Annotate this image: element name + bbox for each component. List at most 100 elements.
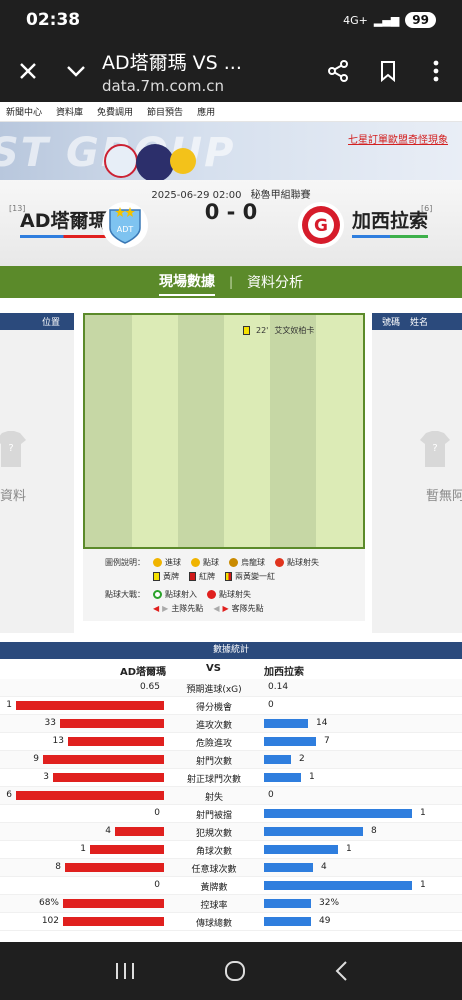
- pitch-stripe: [224, 315, 270, 547]
- home-team[interactable]: AD塔爾瑪: [20, 206, 108, 238]
- stat-row: 33 進攻次數 14: [0, 715, 462, 733]
- stats-title: 數據統計: [0, 642, 462, 659]
- legend-item: ◀ ▶ 客隊先點: [213, 603, 263, 614]
- legend-text: 烏龍球: [241, 557, 265, 567]
- legend-text: 點球射失: [287, 557, 319, 567]
- status-icons: 4G+ ▂▄▆ 99: [343, 12, 436, 28]
- stat-home-bar: [53, 773, 164, 782]
- stat-home-bar: [63, 899, 164, 908]
- stat-label: 射門次數: [195, 757, 232, 767]
- legend-text: 紅牌: [199, 571, 215, 581]
- stat-away-value: 1: [420, 808, 426, 818]
- stat-row: 68% 控球率 32%: [0, 895, 462, 913]
- stat-label: 進攻次數: [195, 721, 232, 731]
- stat-away-value: 2: [299, 754, 305, 764]
- stat-label: 黃牌數: [200, 883, 228, 893]
- network-label: 4G+: [343, 13, 368, 27]
- club-badge-icon: [136, 144, 174, 180]
- legend-item: 黃牌: [153, 571, 179, 582]
- match-timeline-pitch: 22' 艾文奴柏卡: [83, 313, 365, 549]
- tab-analysis[interactable]: 資料分析: [247, 269, 303, 295]
- home-team-underline: [20, 235, 108, 238]
- away-lineup-panel: 號碼 姓名 ? 暫無阿: [372, 313, 462, 633]
- shootout-scored-icon: [153, 589, 162, 599]
- arrow-left-icon: ◀: [213, 603, 220, 613]
- timeline-event[interactable]: 22' 艾文奴柏卡: [243, 325, 314, 336]
- banner-link[interactable]: 七星訂單歐盟奇怪現象: [348, 131, 448, 146]
- legend-label: 圖例說明：: [105, 557, 145, 567]
- stat-label: 傳球總數: [195, 919, 232, 929]
- stat-home-bar: [68, 737, 164, 746]
- stats-home-name: AD塔爾瑪: [120, 667, 167, 678]
- penalty-miss-icon: [275, 557, 284, 567]
- bookmark-icon[interactable]: [368, 51, 408, 91]
- stat-label: 預期進球(xG): [186, 685, 242, 695]
- stat-row: 9 射門次數 2: [0, 751, 462, 769]
- stat-label: 射正球門次數: [186, 775, 241, 785]
- stat-label: 控球率: [200, 901, 228, 911]
- stat-away-bar: [264, 863, 313, 872]
- site-nav-item[interactable]: 新聞中心: [6, 105, 42, 118]
- legend-row-cards: 黃牌 紅牌 兩黃變一紅: [89, 569, 365, 583]
- own-goal-icon: [229, 557, 238, 567]
- away-team-underline: [352, 235, 429, 238]
- away-crest-icon: G: [298, 202, 344, 248]
- tab-live-data[interactable]: 現場數據: [158, 268, 215, 296]
- stats-vs: VS: [206, 663, 221, 674]
- more-icon[interactable]: [416, 51, 456, 91]
- arrow-right-icon: ▶: [162, 603, 169, 613]
- pitch-stripe: [132, 315, 178, 547]
- site-nav-item[interactable]: 資料庫: [56, 105, 83, 118]
- stat-home-value: 13: [52, 736, 64, 746]
- stat-home-value: 4: [105, 826, 111, 836]
- pitch-stripe: [270, 315, 316, 547]
- stat-away-bar: [264, 899, 311, 908]
- stat-label: 犯規次數: [195, 829, 232, 839]
- recent-apps-icon[interactable]: [114, 962, 136, 980]
- shirt-icon: ?: [0, 431, 26, 467]
- stat-row: 0 射門被擋 1: [0, 805, 462, 823]
- away-team[interactable]: 加西拉索: [352, 206, 429, 238]
- stat-away-bar: [264, 881, 412, 890]
- legend-text: 點球射入: [165, 589, 197, 599]
- svg-text:G: G: [314, 216, 328, 236]
- stat-home-value: 6: [6, 790, 12, 800]
- lineup-col-number: 號碼: [382, 318, 401, 328]
- club-badge-icon: [104, 144, 138, 178]
- legend-item: 點球: [191, 557, 219, 568]
- stat-home-value: 3: [43, 772, 49, 782]
- close-icon[interactable]: [8, 51, 48, 91]
- arrow-right-icon: ▶: [222, 603, 229, 613]
- svg-text:?: ?: [432, 443, 437, 454]
- legend-text: 黃牌: [163, 571, 179, 581]
- arrow-left-icon: ◀: [153, 603, 160, 613]
- away-lineup-empty: 暫無阿: [426, 489, 462, 504]
- stat-away-value: 1: [309, 772, 315, 782]
- chevron-down-icon[interactable]: [56, 51, 96, 91]
- home-crest-icon: ADT: [102, 202, 148, 248]
- stat-away-bar: [264, 773, 301, 782]
- stat-row: 0.65 預期進球(xG) 0.14: [0, 679, 462, 697]
- stat-home-bar: [16, 791, 164, 800]
- second-yellow-icon: [225, 571, 232, 581]
- site-nav-item[interactable]: 免費調用: [97, 105, 133, 118]
- stat-home-bar: [115, 827, 164, 836]
- shirt-icon: ?: [420, 431, 450, 467]
- shootout-missed-icon: [207, 589, 216, 599]
- pitch-stripe: [85, 315, 132, 547]
- back-icon[interactable]: [334, 960, 348, 982]
- browser-url[interactable]: data.7m.com.cn: [102, 77, 318, 95]
- site-nav-item[interactable]: 節目預告: [147, 105, 183, 118]
- android-nav-bar: [0, 942, 462, 1000]
- stat-home-bar: [60, 719, 164, 728]
- svg-text:ADT: ADT: [117, 225, 134, 234]
- legend-text: 主隊先點: [171, 603, 204, 613]
- stat-row: 8 任意球次數 4: [0, 859, 462, 877]
- promo-banner[interactable]: ST GROUP 七星訂單歐盟奇怪現象: [0, 122, 462, 180]
- stat-away-bar: [264, 755, 291, 764]
- share-icon[interactable]: [318, 51, 358, 91]
- home-icon[interactable]: [224, 960, 246, 982]
- stat-home-bar: [63, 917, 164, 926]
- legend-item: ◀ ▶ 主隊先點: [153, 603, 203, 614]
- site-nav-item[interactable]: 應用: [197, 105, 215, 118]
